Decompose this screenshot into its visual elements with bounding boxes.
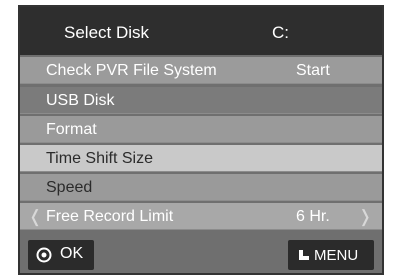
return-arrow-icon <box>299 250 309 260</box>
menu-button[interactable]: MENU <box>288 240 374 270</box>
select-disk-value: C: <box>272 23 289 42</box>
ok-button-label: OK <box>60 245 84 262</box>
right-arrow-icon[interactable]: ❭ <box>358 207 372 227</box>
select-disk-label: Select Disk <box>64 23 150 42</box>
menu-item-label: Format <box>46 121 97 138</box>
menu-item-check-pvr-file-system[interactable]: Check PVR File System Start <box>20 57 382 84</box>
ok-button[interactable]: OK <box>28 240 94 270</box>
menu-item-value: Start <box>296 62 330 79</box>
footer-bar: OK MENU <box>20 232 382 273</box>
menu-item-value: 6 Hr. <box>296 208 330 225</box>
ok-circle-icon <box>36 247 52 263</box>
menu-item-free-record-limit[interactable]: ❬ Free Record Limit 6 Hr. ❭ <box>20 203 382 230</box>
menu-item-label: Speed <box>46 179 93 196</box>
menu-item-label: Free Record Limit <box>46 208 174 225</box>
menu-button-label: MENU <box>314 247 359 264</box>
menu-item-usb-disk[interactable]: USB Disk <box>20 87 382 114</box>
menu-item-label: USB Disk <box>46 92 115 109</box>
disk-setup-panel: Select Disk C: Check PVR File System Sta… <box>18 5 384 275</box>
select-disk-header[interactable]: Select Disk C: <box>20 7 382 55</box>
menu-item-label: Check PVR File System <box>46 62 217 79</box>
menu-item-time-shift-size[interactable]: Time Shift Size <box>20 145 382 172</box>
menu-item-format[interactable]: Format <box>20 116 382 143</box>
left-arrow-icon[interactable]: ❬ <box>28 207 42 227</box>
menu-item-speed[interactable]: Speed <box>20 174 382 201</box>
menu-item-label: Time Shift Size <box>46 150 153 167</box>
